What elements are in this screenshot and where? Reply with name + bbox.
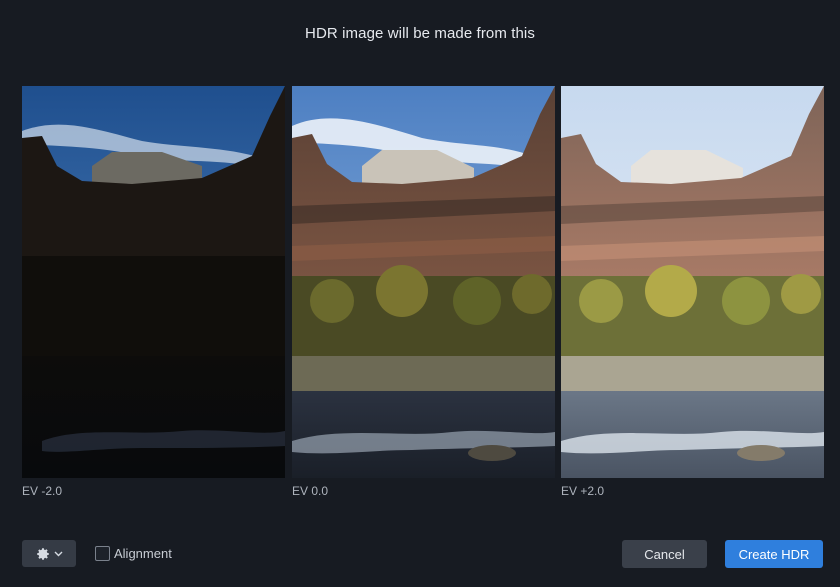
exposure-label-3: EV +2.0 — [561, 484, 605, 498]
alignment-checkbox[interactable] — [95, 546, 110, 561]
alignment-label: Alignment — [114, 546, 172, 561]
settings-dropdown-button[interactable] — [22, 540, 76, 567]
landscape-image-bright — [561, 86, 824, 478]
gear-icon — [36, 547, 50, 561]
dialog-title: HDR image will be made from this — [305, 25, 535, 42]
exposure-thumbnail-3[interactable] — [561, 86, 824, 478]
landscape-image-dark — [22, 86, 285, 478]
exposure-label-1: EV -2.0 — [22, 484, 63, 498]
cancel-button[interactable]: Cancel — [622, 540, 707, 568]
exposure-label-2: EV 0.0 — [292, 484, 329, 498]
exposure-thumbnail-2[interactable] — [292, 86, 555, 478]
create-hdr-button[interactable]: Create HDR — [725, 540, 823, 568]
chevron-down-icon — [54, 551, 63, 557]
alignment-option[interactable]: Alignment — [95, 545, 172, 562]
landscape-image-normal — [292, 86, 555, 478]
exposure-thumbnail-1[interactable] — [22, 86, 285, 478]
